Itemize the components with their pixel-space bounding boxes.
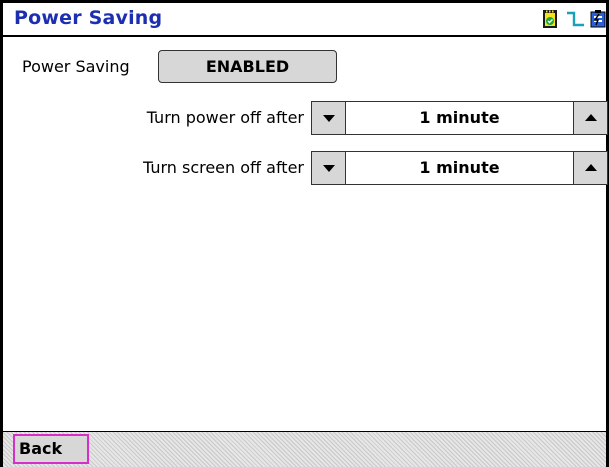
device-screen: Power Saving Power Saving ENABLED Turn p… — [0, 0, 609, 467]
power-off-spinner: 1 minute — [311, 101, 608, 135]
power-off-value: 1 minute — [419, 108, 500, 127]
power-battery-icon — [590, 10, 606, 28]
triangle-down-icon — [322, 165, 335, 172]
triangle-up-icon — [584, 114, 597, 121]
power-off-increase-button[interactable] — [573, 102, 607, 134]
title-bar: Power Saving — [3, 0, 606, 37]
screen-off-decrease-button[interactable] — [312, 152, 346, 184]
screen-off-value: 1 minute — [419, 158, 500, 177]
page-title: Power Saving — [14, 7, 163, 29]
screen-off-increase-button[interactable] — [573, 152, 607, 184]
triangle-up-icon — [584, 164, 597, 171]
screen-off-label: Turn screen off after — [142, 158, 304, 177]
status-icons — [542, 8, 606, 30]
sd-card-icon — [543, 10, 557, 28]
power-off-decrease-button[interactable] — [312, 102, 346, 134]
signal-icon — [567, 11, 584, 27]
triangle-down-icon — [322, 115, 335, 122]
screen-off-spinner: 1 minute — [311, 151, 608, 185]
bottom-bar: Back — [3, 431, 606, 467]
power-off-label: Turn power off after — [146, 108, 304, 127]
power-saving-toggle-button[interactable]: ENABLED — [158, 50, 337, 83]
power-saving-label: Power Saving — [22, 57, 130, 76]
back-button[interactable]: Back — [13, 434, 89, 464]
